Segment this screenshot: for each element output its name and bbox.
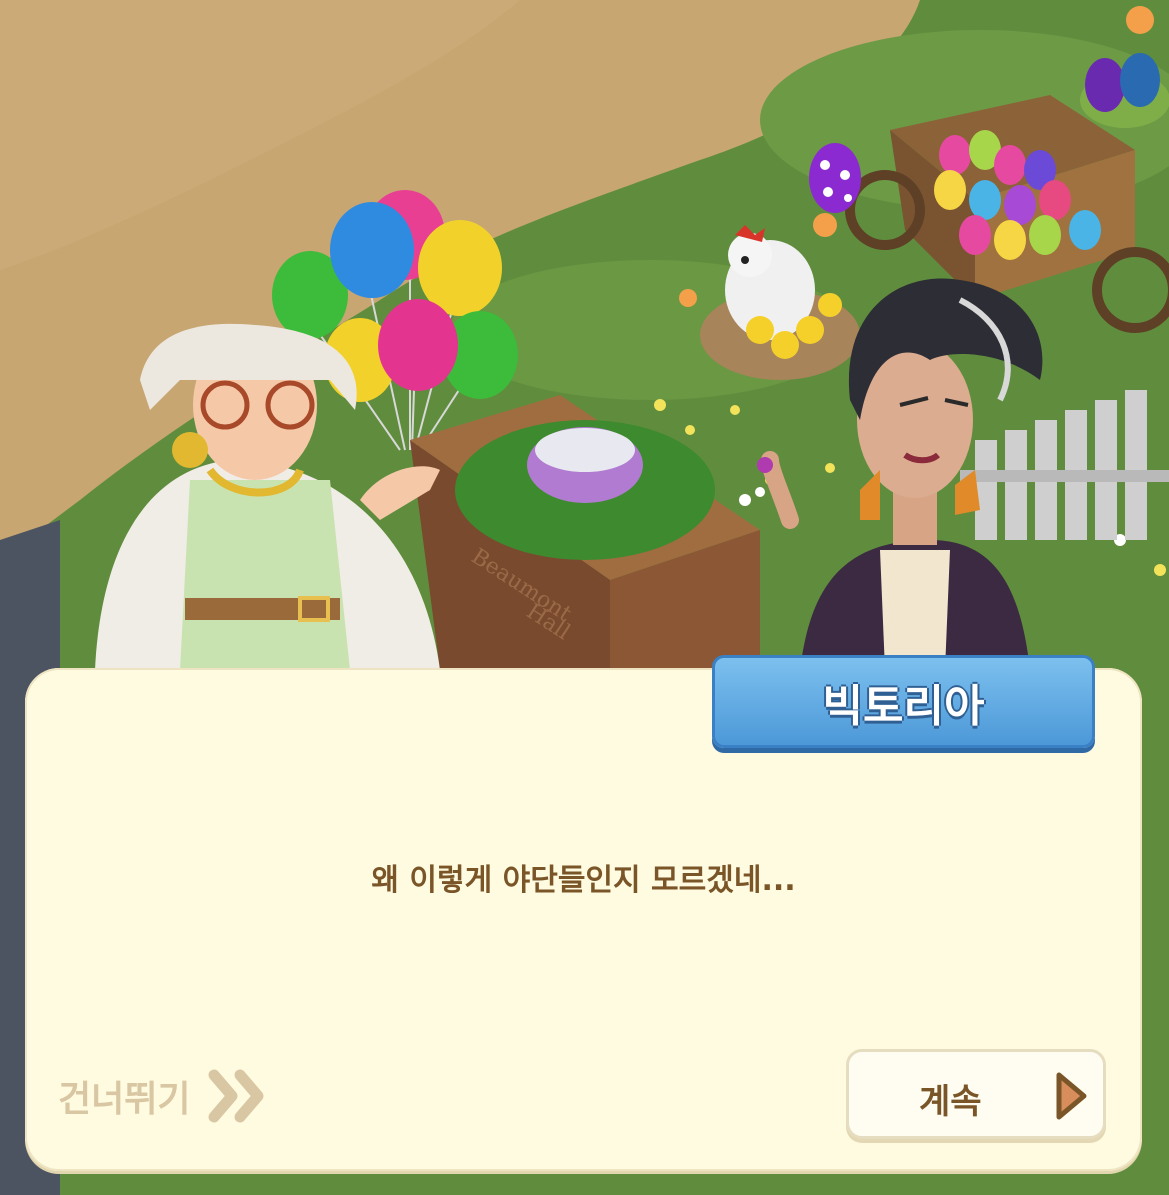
speaker-name: 빅토리아: [822, 680, 985, 732]
continue-label: 계속: [919, 1082, 982, 1122]
skip-button[interactable]: 건너뛰기: [58, 1064, 270, 1128]
double-chevron-right-icon: [208, 1069, 264, 1123]
eggs-nest: [1080, 53, 1169, 128]
continue-button[interactable]: 계속: [846, 1049, 1106, 1139]
polka-dot-egg: [809, 143, 861, 213]
skip-label: 건너뛰기: [58, 1079, 191, 1120]
play-triangle-icon: [1056, 1072, 1087, 1120]
speaker-name-tag: 빅토리아: [712, 655, 1095, 748]
dialog-message: 왜 이렇게 야단들인지 모르겠네...: [371, 863, 796, 898]
